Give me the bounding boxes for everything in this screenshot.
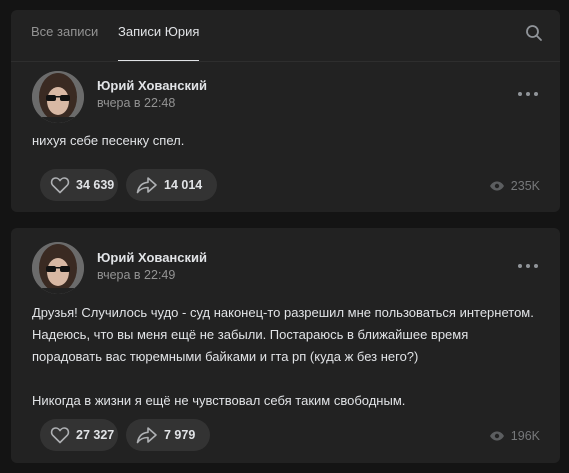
- post-author[interactable]: Юрий Хованский: [97, 78, 207, 93]
- post-text-line: Друзья! Случилось чудо - суд наконец-то …: [32, 305, 534, 320]
- like-button[interactable]: 34 639: [40, 169, 118, 201]
- eye-icon: [489, 431, 504, 441]
- post-text-line: порадовать вас тюремными байками и гта р…: [32, 349, 419, 364]
- share-arrow-icon: [136, 427, 157, 444]
- post-text: Друзья! Случилось чудо - суд наконец-то …: [32, 302, 546, 412]
- post-text-line: [32, 368, 546, 390]
- avatar[interactable]: [32, 71, 84, 123]
- tab-author-posts[interactable]: Записи Юрия: [118, 10, 200, 62]
- share-count: 14 014: [164, 178, 203, 192]
- share-count: 7 979: [164, 428, 196, 442]
- like-count: 27 327: [76, 428, 115, 442]
- views-count: 196K: [510, 429, 540, 443]
- views-counter: 196K: [489, 429, 540, 443]
- post: Юрий Хованский вчера в 22:49 Друзья! Слу…: [11, 228, 560, 463]
- post-date[interactable]: вчера в 22:49: [97, 268, 175, 282]
- share-button[interactable]: 7 979: [126, 419, 210, 451]
- more-horizontal-icon[interactable]: [518, 264, 538, 270]
- views-counter: 235K: [489, 179, 540, 193]
- share-button[interactable]: 14 014: [126, 169, 217, 201]
- post-text-line: Никогда в жизни я ещё не чувствовал себя…: [32, 393, 406, 408]
- eye-icon: [489, 181, 504, 191]
- tabs-bar: Все записи Записи Юрия: [11, 10, 560, 62]
- avatar[interactable]: [32, 242, 84, 294]
- search-icon[interactable]: [524, 23, 544, 43]
- heart-icon: [50, 177, 70, 194]
- post-author[interactable]: Юрий Хованский: [97, 250, 207, 265]
- like-count: 34 639: [76, 178, 115, 192]
- views-count: 235K: [510, 179, 540, 193]
- post-text-line: нихуя себе песенку спел.: [32, 133, 185, 148]
- more-horizontal-icon[interactable]: [518, 92, 538, 98]
- post-text: нихуя себе песенку спел.: [32, 130, 546, 152]
- like-button[interactable]: 27 327: [40, 419, 118, 451]
- post-text-line: Надеюсь, что вы меня ещё не забыли. Пост…: [32, 327, 469, 342]
- post: Юрий Хованский вчера в 22:48 нихуя себе …: [11, 62, 560, 212]
- post-date[interactable]: вчера в 22:48: [97, 96, 175, 110]
- heart-icon: [50, 427, 70, 444]
- tab-all-posts[interactable]: Все записи: [31, 10, 98, 62]
- share-arrow-icon: [136, 177, 157, 194]
